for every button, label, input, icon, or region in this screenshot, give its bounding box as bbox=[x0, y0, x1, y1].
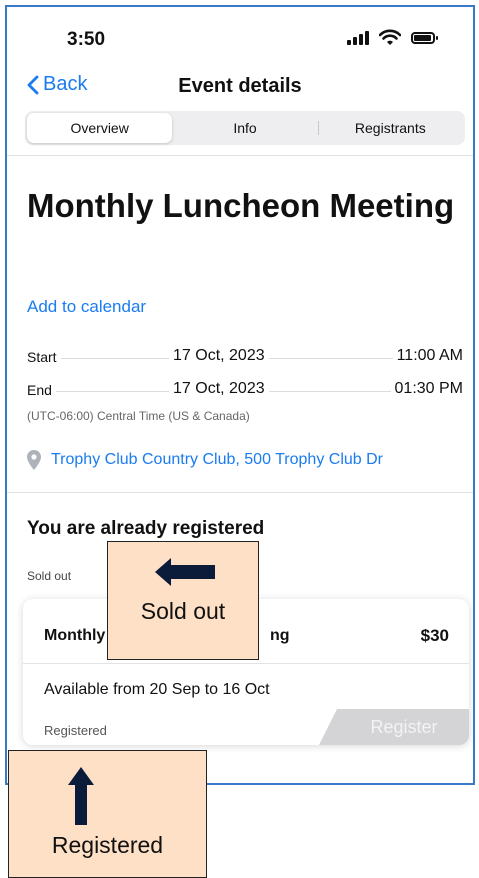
divider bbox=[23, 663, 469, 664]
callout-label: Registered bbox=[51, 832, 164, 858]
tab-label: Registrants bbox=[354, 120, 426, 136]
tab-label: Overview bbox=[70, 120, 129, 136]
divider bbox=[7, 492, 473, 493]
page-title: Event details bbox=[178, 75, 302, 97]
arrow-up-icon bbox=[68, 767, 94, 825]
registered-callout: Registered bbox=[8, 750, 207, 878]
availability-text: Available from 20 Sep to 16 Oct bbox=[44, 681, 270, 698]
end-date: 17 Oct, 2023 bbox=[169, 380, 269, 398]
sold-out-label: Sold out bbox=[27, 569, 72, 583]
registration-heading: You are already registered bbox=[27, 518, 265, 539]
divider bbox=[7, 155, 473, 156]
event-title: Monthly Luncheon Meeting bbox=[27, 187, 455, 224]
sold-out-callout: Sold out bbox=[107, 541, 259, 660]
phone-screen: 3:50 Back Event details Overview Info Re… bbox=[5, 5, 475, 785]
arrow-left-icon bbox=[155, 558, 215, 586]
tab-info[interactable]: Info bbox=[172, 113, 317, 143]
location-text: Trophy Club Country Club, 500 Trophy Clu… bbox=[51, 451, 383, 468]
cellular-signal-icon bbox=[347, 31, 369, 45]
location-link[interactable]: Trophy Club Country Club, 500 Trophy Clu… bbox=[27, 450, 383, 470]
start-time: 11:00 AM bbox=[392, 347, 463, 365]
start-date: 17 Oct, 2023 bbox=[169, 347, 269, 365]
status-bar: 3:50 bbox=[7, 7, 473, 67]
wifi-icon bbox=[378, 29, 402, 51]
start-row: Start 17 Oct, 2023 11:00 AM bbox=[27, 345, 463, 367]
tab-label: Info bbox=[233, 120, 257, 136]
end-row: End 17 Oct, 2023 01:30 PM bbox=[27, 378, 463, 400]
timezone-label: (UTC-06:00) Central Time (US & Canada) bbox=[27, 409, 250, 423]
ticket-name-end: ng bbox=[270, 627, 290, 644]
map-pin-icon bbox=[27, 450, 41, 470]
nav-bar: Back Event details bbox=[7, 69, 473, 109]
ticket-price: $30 bbox=[420, 626, 449, 645]
tab-registrants[interactable]: Registrants bbox=[317, 113, 463, 143]
register-button[interactable]: Register bbox=[319, 709, 469, 745]
battery-icon bbox=[411, 32, 438, 44]
start-label: Start bbox=[27, 349, 61, 365]
add-to-calendar-link[interactable]: Add to calendar bbox=[27, 297, 146, 317]
status-time: 3:50 bbox=[67, 29, 106, 50]
end-label: End bbox=[27, 382, 56, 398]
callout-label: Sold out bbox=[140, 598, 226, 624]
segment-divider bbox=[317, 121, 319, 135]
registration-status: Registered bbox=[44, 723, 107, 738]
end-time: 01:30 PM bbox=[390, 380, 463, 398]
segmented-tabs: Overview Info Registrants bbox=[25, 111, 465, 145]
ticket-name-start: Monthly bbox=[44, 627, 106, 644]
tab-overview[interactable]: Overview bbox=[27, 113, 173, 143]
